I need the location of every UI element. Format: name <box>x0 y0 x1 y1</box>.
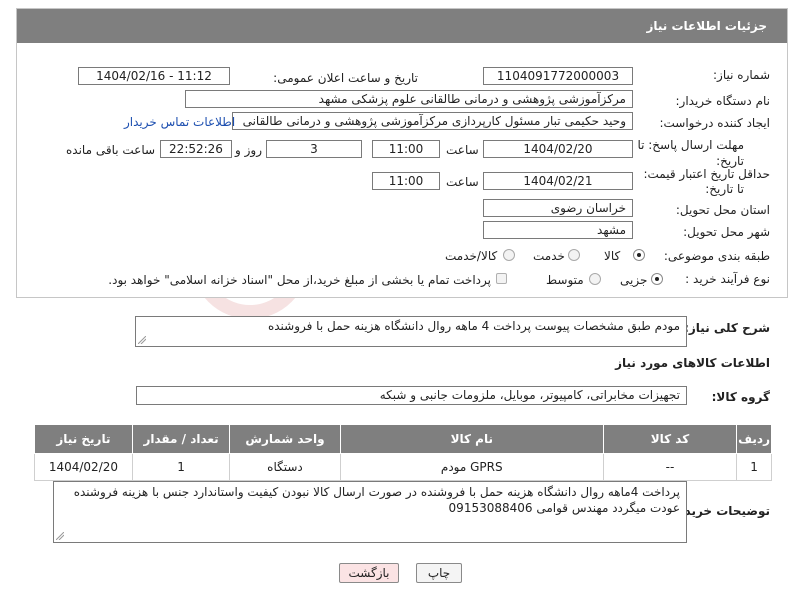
remaining-time-field[interactable]: 22:52:26 <box>160 140 232 158</box>
validity-label-line2: تا تاریخ: <box>705 182 744 196</box>
resize-grip-icon[interactable] <box>56 532 64 540</box>
goods-table-header: تاریخ نیاز تعداد / مقدار واحد شمارش نام … <box>34 424 772 454</box>
treasury-payment-note: پرداخت تمام یا بخشی از مبلغ خرید،از محل … <box>108 273 491 287</box>
cell-need-date: 1404/02/20 <box>34 453 133 481</box>
goods-table: تاریخ نیاز تعداد / مقدار واحد شمارش نام … <box>34 424 772 481</box>
validity-time-word: ساعت <box>446 175 479 189</box>
buyer-notes-line1: پرداخت 4ماهه روال دانشگاه هزینه حمل با ف… <box>73 485 680 499</box>
process-label: نوع فرآیند خرید : <box>685 272 770 286</box>
category-option-goods: کالا <box>604 249 621 263</box>
buyer-notes-textarea[interactable]: پرداخت 4ماهه روال دانشگاه هزینه حمل با ف… <box>53 481 687 543</box>
process-option-minor: جزیی <box>620 273 648 287</box>
description-text: مودم طبق مشخصات پیوست پرداخت 4 ماهه روال… <box>267 319 680 333</box>
need-number-label: شماره نیاز: <box>713 68 770 82</box>
back-button[interactable]: بازگشت <box>339 563 399 583</box>
deadline-time-word: ساعت <box>446 143 479 157</box>
province-field[interactable]: خراسان رضوی <box>483 199 633 217</box>
treasury-payment-checkbox[interactable] <box>496 273 507 284</box>
announce-date-label: تاریخ و ساعت اعلان عمومی: <box>273 71 418 85</box>
panel-header: جزئیات اطلاعات نیاز <box>17 9 787 43</box>
cell-goods-name: مودم GPRS <box>339 453 604 481</box>
category-label: طبقه بندی موضوعی: <box>663 249 770 263</box>
remaining-time-word: ساعت باقی مانده <box>66 143 156 157</box>
validity-label-line1: حداقل تاریخ اعتبار قیمت: <box>643 167 770 181</box>
buyer-notes-line2: عودت میگردد مهندس قوامی 09153088406 <box>448 501 680 515</box>
category-radio-service[interactable] <box>568 249 580 261</box>
col-unit: واحد شمارش <box>229 424 341 454</box>
process-radio-medium[interactable] <box>589 273 601 285</box>
deadline-time-field[interactable]: 11:00 <box>372 140 440 158</box>
goods-group-label: گروه کالا: <box>711 390 770 404</box>
buyer-contact-link[interactable]: اطلاعات تماس خریدار <box>124 115 235 129</box>
col-row: ردیف <box>736 424 772 454</box>
resize-grip-icon[interactable] <box>138 336 146 344</box>
col-goods-name: نام کالا <box>339 424 604 454</box>
city-field[interactable]: مشهد <box>483 221 633 239</box>
days-remaining-field[interactable]: 3 <box>266 140 362 158</box>
cell-row-number: 1 <box>736 453 772 481</box>
process-radio-minor[interactable] <box>651 273 663 285</box>
cell-quantity: 1 <box>131 453 231 481</box>
print-button[interactable]: چاپ <box>416 563 462 583</box>
category-option-goods-service: کالا/خدمت <box>445 249 498 263</box>
city-label: شهر محل تحویل: <box>683 225 770 239</box>
need-number-field[interactable]: 1104091772000003 <box>483 67 633 85</box>
buyer-name-label: نام دستگاه خریدار: <box>675 94 771 108</box>
validity-date-field[interactable]: 1404/02/21 <box>483 172 633 190</box>
province-label: استان محل تحویل: <box>675 203 770 217</box>
deadline-label-line2: تاریخ: <box>716 154 744 168</box>
requester-label: ایجاد کننده درخواست: <box>659 116 770 130</box>
category-radio-goods-service[interactable] <box>503 249 515 261</box>
description-label: شرح کلی نیاز: <box>684 321 770 335</box>
description-textarea[interactable]: مودم طبق مشخصات پیوست پرداخت 4 ماهه روال… <box>135 316 687 347</box>
category-option-service: خدمت <box>533 249 565 263</box>
buyer-name-field[interactable]: مرکزآموزشی پژوهشی و درمانی طالقانی علوم … <box>185 90 633 108</box>
goods-section-title: اطلاعات کالاهای مورد نیاز <box>615 356 770 370</box>
process-option-medium: متوسط <box>546 273 584 287</box>
deadline-label-line1: مهلت ارسال پاسخ: تا <box>637 138 744 152</box>
cell-unit: دستگاه <box>229 453 341 481</box>
cell-goods-code: -- <box>602 453 738 481</box>
goods-group-field[interactable]: تجهیزات مخابراتی، کامپیوتر، موبایل، ملزو… <box>136 386 687 405</box>
col-goods-code: کد کالا <box>602 424 738 454</box>
table-row[interactable]: 1404/02/20 1 دستگاه مودم GPRS -- 1 <box>34 453 772 481</box>
requester-field[interactable]: وحید حکیمی تبار مسئول کارپردازی مرکزآموز… <box>232 112 633 130</box>
col-need-date: تاریخ نیاز <box>34 424 133 454</box>
category-radio-goods[interactable] <box>633 249 645 261</box>
validity-time-field[interactable]: 11:00 <box>372 172 440 190</box>
days-word: روز و <box>235 143 262 157</box>
col-quantity: تعداد / مقدار <box>131 424 231 454</box>
deadline-date-field[interactable]: 1404/02/20 <box>483 140 633 158</box>
announce-date-field[interactable]: 1404/02/16 - 11:12 <box>78 67 230 85</box>
